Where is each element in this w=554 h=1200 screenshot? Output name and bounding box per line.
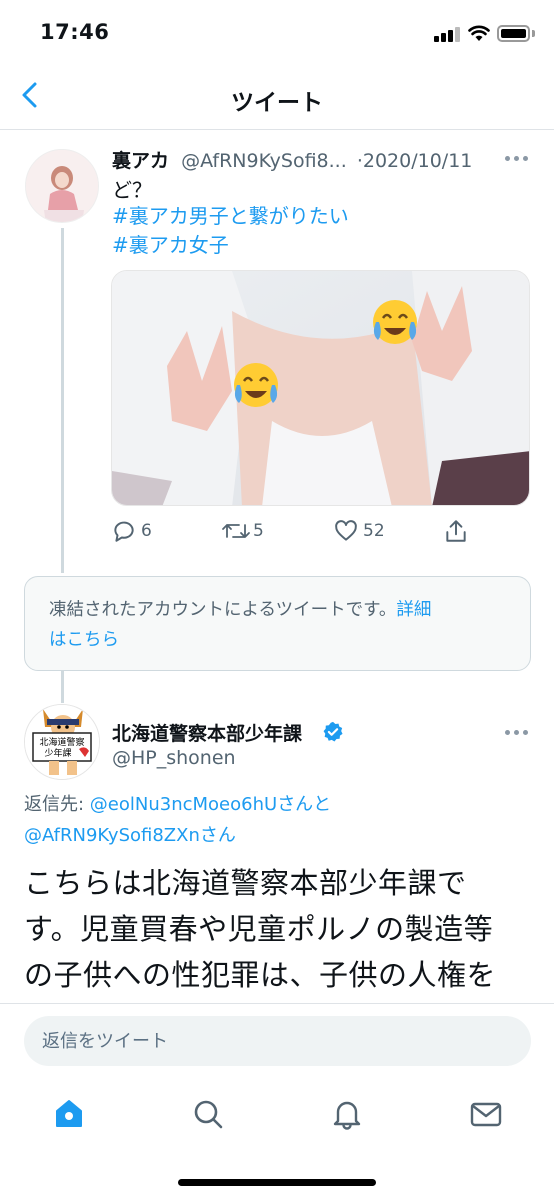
mention-link[interactable]: @AfRN9KySofi8ZXn xyxy=(24,825,200,846)
retweet-count: 5 xyxy=(253,521,264,541)
details-link-continued[interactable]: はこちら xyxy=(49,630,119,650)
details-link[interactable]: 詳細 xyxy=(396,600,431,620)
tweet-image[interactable] xyxy=(111,270,530,506)
notifications-icon[interactable] xyxy=(327,1094,367,1134)
more-icon[interactable] xyxy=(503,153,533,163)
battery-cap xyxy=(532,30,535,37)
reply-san-text: さん xyxy=(199,825,236,846)
thread-line xyxy=(61,228,64,573)
reply-icon xyxy=(114,521,134,542)
messages-icon[interactable] xyxy=(466,1094,506,1134)
reply-to-line: 返信先: @eolNu3ncMoeo6hUさんと xyxy=(24,792,331,818)
wifi-icon xyxy=(468,25,490,41)
thread-line xyxy=(61,671,64,703)
hashtag-link[interactable]: #裏アカ女子 xyxy=(112,231,229,259)
notice-text: 凍結されたアカウントによるツイートです。 xyxy=(49,600,397,620)
emoji-icon xyxy=(234,363,278,407)
tweet-body: こちらは北海道警察本部少年課で す。児童買春や児童ポルノの製造等 の子供への性犯… xyxy=(24,860,534,998)
avatar-sign-line1: 北海道警察 xyxy=(39,736,84,748)
avatar[interactable] xyxy=(25,149,99,223)
tweet-body-line: す。児童買春や児童ポルノの製造等 xyxy=(24,912,494,946)
page-title: ツイート xyxy=(231,90,323,116)
avatar[interactable]: 北海道警察 少年課 xyxy=(24,704,100,780)
like-button[interactable]: 52 xyxy=(333,516,393,548)
reply-to-line: @AfRN9KySofi8ZXnさん xyxy=(24,823,236,849)
display-name[interactable]: 北海道警察本部少年課 xyxy=(112,719,302,746)
retweet-button[interactable]: 5 xyxy=(221,516,281,548)
search-icon[interactable] xyxy=(188,1094,228,1134)
like-count: 52 xyxy=(363,521,385,541)
tweet-body-line: こちらは北海道警察本部少年課で xyxy=(24,866,467,900)
emoji-icon xyxy=(373,300,417,344)
avatar-sign-line2: 少年課 xyxy=(44,747,71,759)
mention-link[interactable]: @eolNu3ncMoeo6hU xyxy=(90,794,277,815)
hashtag-link[interactable]: #裏アカ男子と繋がりたい xyxy=(112,202,349,230)
more-icon[interactable] xyxy=(503,727,533,737)
share-button[interactable] xyxy=(443,516,473,548)
home-icon[interactable] xyxy=(49,1094,89,1134)
reply-and-text: さんと xyxy=(277,794,332,815)
display-name[interactable]: 裏アカ xyxy=(112,150,169,172)
user-handle[interactable]: @AfRN9KySofi8... xyxy=(181,150,347,172)
cellular-signal-icon xyxy=(434,26,460,42)
verified-badge-icon xyxy=(323,721,343,742)
battery-icon xyxy=(497,25,530,42)
home-indicator xyxy=(178,1179,376,1186)
reply-to-label: 返信先: xyxy=(24,794,90,815)
status-bar: 17:46 xyxy=(0,0,554,64)
reply-count: 6 xyxy=(141,521,152,541)
tweet-header: 裏アカ @AfRN9KySofi8... ·2020/10/11 xyxy=(112,146,532,176)
status-time: 17:46 xyxy=(40,20,110,44)
suspended-account-notice: 凍結されたアカウントによるツイートです。詳細 はこちら xyxy=(24,576,531,671)
tweet-actions: 6 5 52 xyxy=(111,516,531,548)
reply-button[interactable]: 6 xyxy=(111,516,171,548)
reply-input[interactable] xyxy=(24,1016,531,1066)
nav-header: ツイート xyxy=(0,64,554,130)
tweet-body-line: の子供への性犯罪は、子供の人権を xyxy=(24,958,497,992)
share-icon xyxy=(446,520,466,542)
user-handle[interactable]: @HP_shonen xyxy=(112,747,236,769)
retweet-icon xyxy=(222,524,250,538)
reply-composer xyxy=(0,1004,554,1074)
heart-icon xyxy=(335,520,357,541)
tweet-date[interactable]: 2020/10/11 xyxy=(363,150,473,172)
tweet-text: ど？ xyxy=(112,178,152,202)
